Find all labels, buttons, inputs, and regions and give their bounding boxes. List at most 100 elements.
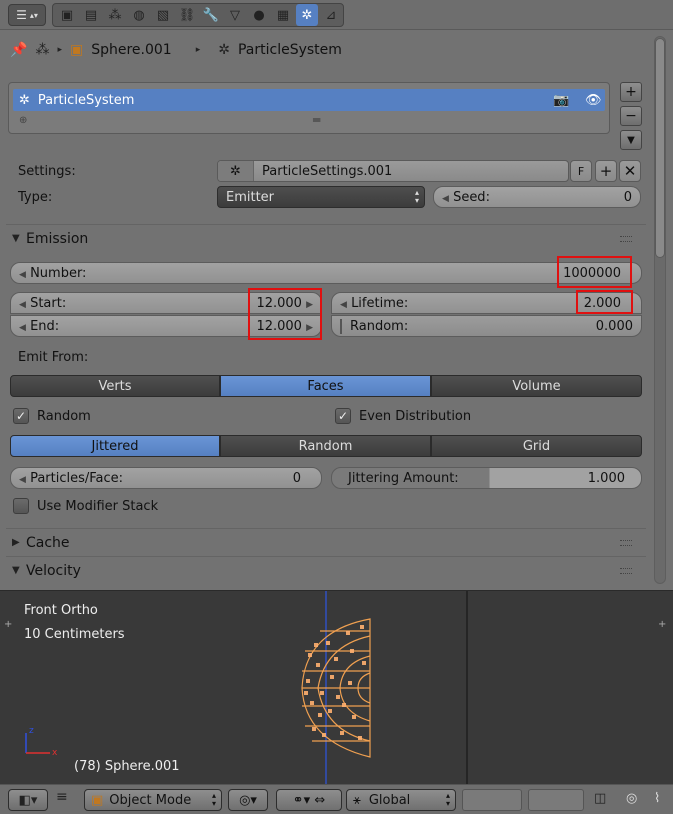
lifetime-random-field[interactable]: Random: 0.000 (331, 315, 642, 337)
seed-value: 0 (623, 189, 632, 205)
type-dropdown[interactable]: Emitter ▴ ▾ (217, 186, 425, 208)
drag-grip-icon[interactable] (620, 567, 632, 574)
tab-texture[interactable]: ▦ (272, 4, 294, 26)
velocity-title: Velocity (26, 562, 81, 579)
decrement-arrow-icon[interactable]: ◀ (19, 323, 26, 333)
emit-from-volume[interactable]: Volume (431, 375, 642, 397)
mode-dropdown[interactable]: ▣ Object Mode ▴ ▾ (84, 789, 222, 811)
breadcrumb-particle-system[interactable]: ParticleSystem (238, 42, 342, 58)
unlink-settings-button[interactable]: ✕ (619, 160, 641, 182)
distribution-grid[interactable]: Grid (431, 435, 642, 457)
random-checkbox[interactable]: ✓ (13, 408, 29, 424)
tab-physics[interactable]: ⊿ (320, 4, 342, 26)
even-distribution-label: Even Distribution (359, 408, 472, 424)
tab-render-layers[interactable]: ▤ (80, 4, 102, 26)
world-icon: ◍ (133, 7, 145, 23)
velocity-panel-header[interactable]: ▼ Velocity (6, 556, 646, 584)
list-item[interactable]: ✲ ParticleSystem 📷 👁 (13, 89, 605, 111)
add-slot-button[interactable]: + (620, 82, 642, 102)
list-item-label[interactable]: ParticleSystem (38, 93, 135, 108)
tab-render[interactable]: ▣ (56, 4, 78, 26)
shading-icon: ◎▾ (239, 792, 257, 808)
fake-user-button[interactable]: F (570, 160, 592, 182)
decrement-arrow-icon[interactable]: ◀ (19, 270, 26, 280)
tab-object[interactable]: ▧ (152, 4, 174, 26)
orientation-dropdown[interactable]: ⚹ Global ▴ ▾ (346, 789, 456, 811)
random-checkbox-row[interactable]: ✓ Random (13, 408, 91, 424)
decrement-arrow-icon[interactable]: ◀ (19, 475, 26, 485)
drag-grip-icon[interactable] (620, 539, 632, 546)
editor-type-menu[interactable]: ☰ ▴▾ (8, 4, 46, 26)
emit-from-faces[interactable]: Faces (220, 375, 431, 397)
snap-icon[interactable]: ⌇ (654, 791, 660, 806)
decrement-arrow-icon[interactable]: ◀ (442, 194, 449, 204)
settings-datablock-field[interactable]: ✲ ParticleSettings.001 (217, 160, 569, 182)
render-icon: ▣ (60, 7, 74, 23)
lock-camera-icon[interactable]: ◫ (594, 791, 606, 806)
even-distribution-checkbox[interactable]: ✓ (335, 408, 351, 424)
chevron-right-icon: ▸ (195, 45, 201, 55)
number-field[interactable]: ◀ Number: 1000000 (10, 262, 642, 284)
tab-data[interactable]: ▽ (224, 4, 246, 26)
updown-arrows-icon: ▴▾ (211, 791, 216, 808)
cache-title: Cache (26, 534, 70, 551)
specials-menu-button[interactable]: ▼ (620, 130, 642, 150)
modifier-stack-checkbox[interactable] (13, 498, 29, 514)
tab-particles[interactable]: ✲ (296, 4, 318, 26)
properties-panel: 📌 ⁂ ▸ ▣ Sphere.001 ▸ ✲ ParticleSystem ✲ … (0, 30, 652, 590)
emission-panel-header[interactable]: ▼ Emission (6, 224, 646, 252)
scroll-thumb[interactable] (655, 38, 665, 258)
particles-icon: ✲ (218, 42, 230, 58)
render-layers-icon: ▤ (84, 7, 98, 23)
add-filter-icon[interactable]: ⊕ (19, 115, 27, 126)
particle-settings-icon[interactable]: ✲ (218, 161, 254, 181)
modifiers-icon: 🔧 (202, 7, 220, 23)
camera-icon[interactable]: 📷 (553, 93, 569, 108)
emission-title: Emission (26, 230, 89, 247)
random-label: Random: (340, 318, 408, 334)
tab-modifiers[interactable]: 🔧 (200, 4, 222, 26)
drag-grip-icon[interactable] (620, 235, 632, 242)
emit-from-verts[interactable]: Verts (10, 375, 220, 397)
properties-scrollbar[interactable] (652, 34, 668, 586)
decrement-arrow-icon[interactable]: ◀ (340, 300, 347, 310)
start-label: Start: (30, 295, 67, 311)
tab-constraints[interactable]: ⛓ (176, 4, 198, 26)
layer-buttons[interactable] (462, 789, 522, 811)
jitter-value: 1.000 (587, 470, 625, 486)
object-mode-icon: ▣ (91, 792, 104, 808)
editor-type-menu[interactable]: ◧▾ (8, 789, 48, 811)
settings-value[interactable]: ParticleSettings.001 (262, 164, 392, 179)
plus-icon: + (625, 84, 637, 100)
tab-material[interactable]: ● (248, 4, 270, 26)
pin-icon[interactable]: 📌 (10, 42, 27, 58)
particles-per-face-field[interactable]: ◀ Particles/Face: 0 (10, 467, 322, 489)
pivot-transform-buttons[interactable]: ⚭▾ ⇔ (276, 789, 342, 811)
even-distribution-row[interactable]: ✓ Even Distribution (335, 408, 471, 424)
jitter-label: Jittering Amount: (348, 470, 459, 486)
viewport-shading-button[interactable]: ◎▾ (228, 789, 268, 811)
mode-value: Object Mode (109, 792, 192, 808)
eye-icon[interactable]: 👁 (585, 93, 602, 108)
end-label: End: (30, 318, 60, 334)
distribution-random[interactable]: Random (220, 435, 431, 457)
pivot-icon: ⚭▾ ⇔ (292, 792, 326, 808)
breadcrumb-object[interactable]: Sphere.001 (91, 42, 172, 58)
cache-panel-header[interactable]: ▶ Cache (6, 528, 646, 556)
particles-face-label: Particles/Face: (30, 470, 124, 486)
tab-world[interactable]: ◍ (128, 4, 150, 26)
resize-grip-icon[interactable]: ═ (313, 113, 320, 127)
jittering-amount-slider[interactable]: Jittering Amount: 1.000 (331, 467, 642, 489)
new-settings-button[interactable]: + (595, 160, 617, 182)
layer-buttons-2[interactable] (528, 789, 584, 811)
modifier-stack-row[interactable]: Use Modifier Stack (13, 498, 158, 514)
3d-viewport[interactable]: Front Ortho 10 Centimeters + + z x (78) … (0, 590, 673, 785)
decrement-arrow-icon[interactable]: ◀ (19, 300, 26, 310)
remove-slot-button[interactable]: − (620, 106, 642, 126)
seed-field[interactable]: ◀ Seed: 0 (433, 186, 641, 208)
hamburger-menu-icon[interactable]: ≡ (56, 789, 74, 811)
material-icon: ● (253, 7, 265, 23)
tab-scene[interactable]: ⁂ (104, 4, 126, 26)
distribution-jittered[interactable]: Jittered (10, 435, 220, 457)
proportional-edit-icon[interactable]: ◎ (626, 791, 637, 806)
